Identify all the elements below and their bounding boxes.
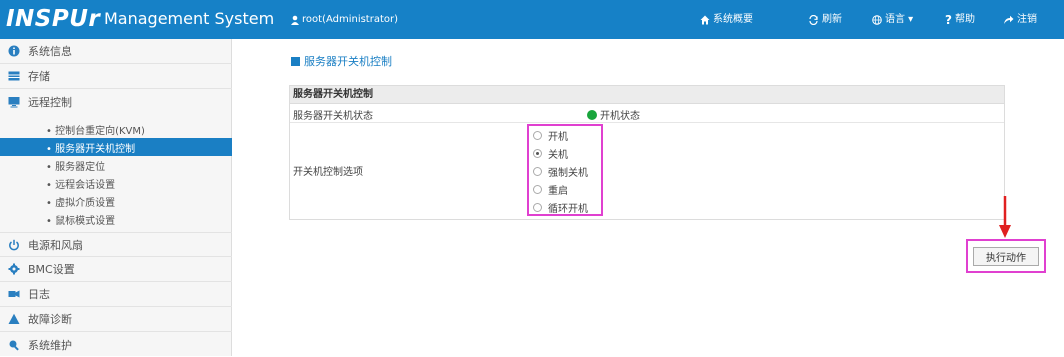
sidebar-subitem-label: • 服务器开关机控制: [46, 143, 136, 155]
language-dropdown[interactable]: 语言 ▾: [872, 13, 913, 27]
inspur-logo: INSPUr: [6, 6, 101, 32]
option-label: 关机: [548, 150, 568, 161]
sidebar-item-label: 电源和风扇: [28, 238, 83, 252]
refresh-label: 刷新: [822, 14, 842, 25]
radio-force-off[interactable]: [533, 167, 542, 176]
info-icon: [8, 45, 20, 57]
option-label: 开机: [548, 132, 568, 143]
language-label: 语言 ▾: [885, 14, 914, 25]
user-icon: [291, 15, 299, 25]
radio-power-off[interactable]: [533, 149, 542, 158]
sidebar-subitem-label: • 鼠标模式设置: [46, 215, 116, 227]
option-reboot[interactable]: 重启: [533, 182, 568, 197]
help-label: 帮助: [954, 14, 975, 25]
overview-label: 系统概要: [713, 14, 753, 25]
status-row: 服务器开关机状态 开机状态: [290, 104, 1004, 123]
question-icon: ?: [945, 13, 952, 27]
power-options-group: 开机 关机 强制关机 重启 循环开机: [527, 124, 603, 216]
option-power-cycle[interactable]: 循环开机: [533, 200, 588, 215]
page-title: 服务器开关机控制: [291, 53, 392, 69]
status-value: 开机状态: [600, 111, 640, 122]
sidebar-item-maintenance[interactable]: 系统维护: [0, 332, 232, 357]
sidebar-item-power-fans[interactable]: 电源和风扇: [0, 232, 232, 257]
option-power-on[interactable]: 开机: [533, 128, 568, 143]
option-label: 循环开机: [548, 204, 588, 215]
maintenance-icon: [9, 340, 19, 351]
page-title-text: 服务器开关机控制: [304, 55, 392, 68]
sidebar-subitem-kvm[interactable]: • 控制台重定向(KVM): [0, 120, 232, 138]
option-label: 强制关机: [548, 168, 588, 179]
current-user: root(Administrator): [291, 13, 398, 27]
sidebar-item-label: 远程控制: [28, 95, 72, 109]
refresh-icon: [809, 15, 818, 25]
sidebar-subitem-label: • 远程会话设置: [46, 179, 116, 191]
sidebar-subitem-locate[interactable]: • 服务器定位: [0, 156, 232, 174]
radio-power-cycle[interactable]: [533, 203, 542, 212]
share-arrow-icon: [1004, 15, 1014, 24]
status-dot-icon: [587, 109, 597, 120]
sidebar-item-diagnostics[interactable]: 故障诊断: [0, 307, 232, 332]
sidebar-subitem-remote-session[interactable]: • 远程会话设置: [0, 174, 232, 192]
control-row: 开关机控制选项: [290, 123, 1004, 219]
radio-reboot[interactable]: [533, 185, 542, 194]
sidebar-item-label: 日志: [28, 288, 50, 301]
option-power-off[interactable]: 关机: [533, 146, 568, 161]
logout-link[interactable]: 注销: [1003, 13, 1037, 27]
top-bar: INSPUr Management System root(Administra…: [0, 0, 1064, 39]
execute-button[interactable]: 执行动作: [973, 247, 1039, 266]
sidebar-subitem-label: • 服务器定位: [46, 161, 106, 173]
sidebar-item-bmc-settings[interactable]: BMC设置: [0, 257, 232, 282]
title-bar-icon: [291, 56, 300, 66]
sidebar-item-log[interactable]: 日志: [0, 282, 232, 307]
power-icon: [9, 239, 19, 250]
option-label: 重启: [548, 186, 568, 197]
sidebar-item-label: BMC设置: [28, 263, 75, 276]
monitor-icon: [8, 96, 20, 107]
sidebar-item-remote-control[interactable]: 远程控制: [0, 89, 232, 114]
storage-icon: [8, 71, 20, 81]
power-control-panel: 服务器开关机控制 服务器开关机状态 开机状态 开关机控制选项: [289, 85, 1005, 220]
log-icon: [8, 290, 20, 298]
sidebar-subitem-virtual-media[interactable]: • 虚拟介质设置: [0, 192, 232, 210]
refresh-link[interactable]: 刷新: [808, 13, 842, 27]
sidebar-subitem-power-control[interactable]: • 服务器开关机控制: [0, 138, 232, 156]
sidebar-subitem-label: • 虚拟介质设置: [46, 197, 116, 209]
home-icon: [700, 15, 710, 25]
sidebar-subitem-mouse-mode[interactable]: • 鼠标模式设置: [0, 210, 232, 228]
sidebar-subitem-label: • 控制台重定向(KVM): [46, 125, 145, 137]
sidebar-item-label: 存储: [28, 70, 50, 83]
sidebar-item-label: 故障诊断: [28, 313, 72, 326]
main-content: 服务器开关机控制 服务器开关机控制 服务器开关机状态 开机状态 开关机控制选项 …: [232, 39, 1064, 356]
option-force-off[interactable]: 强制关机: [533, 164, 588, 179]
globe-icon: [872, 15, 882, 25]
execute-highlight: 执行动作: [966, 239, 1046, 273]
warning-icon: [8, 313, 20, 324]
sidebar-item-storage[interactable]: 存储: [0, 64, 232, 89]
power-status: 开机状态: [587, 107, 640, 122]
sidebar-item-system-info[interactable]: 系统信息: [0, 39, 232, 64]
logout-label: 注销: [1017, 14, 1037, 25]
sidebar-item-label: 系统信息: [28, 45, 72, 58]
status-label: 服务器开关机状态: [293, 111, 373, 122]
sidebar: 系统信息 存储 远程控制 • 控制台重定向(KVM) • 服务器开关机控制 • …: [0, 39, 232, 356]
app-title: Management System: [104, 9, 275, 28]
control-label: 开关机控制选项: [293, 167, 363, 178]
user-name: root(Administrator): [302, 14, 399, 25]
sidebar-item-label: 系统维护: [28, 338, 72, 352]
gear-icon: [8, 263, 20, 275]
overview-link[interactable]: 系统概要: [700, 13, 753, 27]
red-arrow-icon: [999, 196, 1011, 238]
radio-power-on[interactable]: [533, 131, 542, 140]
panel-title: 服务器开关机控制: [290, 86, 1004, 104]
help-link[interactable]: ? 帮助: [945, 13, 975, 27]
